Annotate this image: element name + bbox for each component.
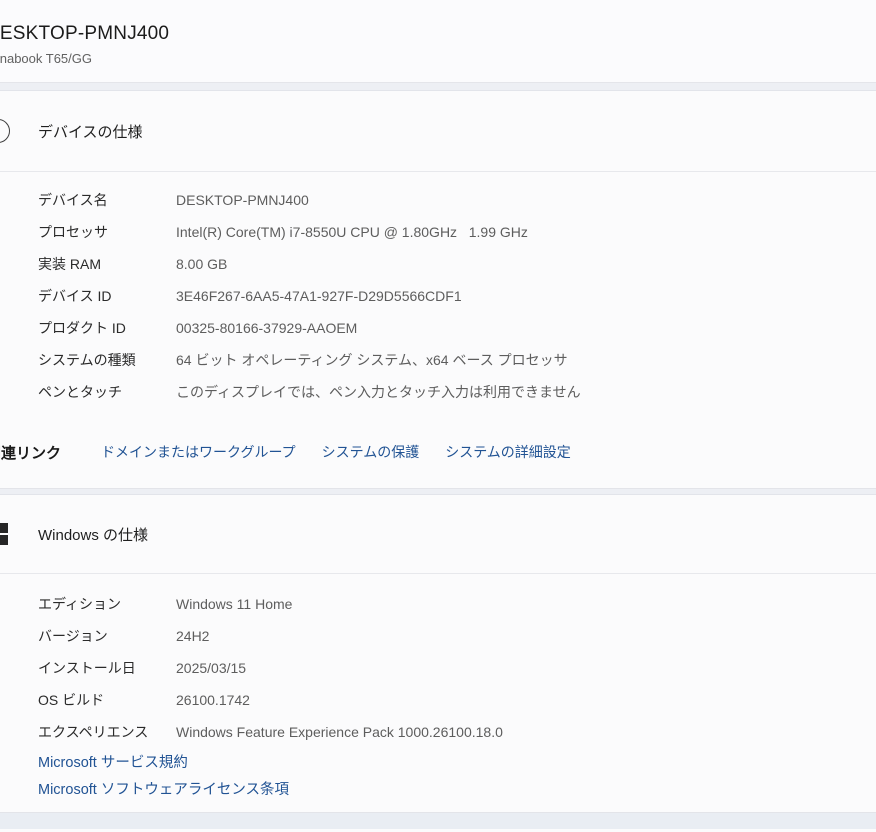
spec-label: プロセッサ — [38, 224, 108, 240]
spec-value: 2025/03/15 — [176, 660, 247, 676]
device-spec-card: デバイスの仕様 デバイス名 DESKTOP-PMNJ400 プロセッサ Inte… — [0, 91, 876, 489]
spec-label: OS ビルド — [38, 692, 105, 708]
spec-label: デバイス ID — [38, 288, 112, 304]
spec-value: 8.00 GB — [176, 256, 228, 272]
section-gap-divider — [0, 83, 876, 91]
spec-row-device-name: デバイス名 DESKTOP-PMNJ400 — [0, 184, 876, 216]
spec-label: エディション — [38, 596, 122, 612]
link-microsoft-services-agreement[interactable]: Microsoft サービス規約 — [38, 750, 876, 777]
microsoft-links: Microsoft サービス規約 Microsoft ソフトウェアライセンス条項 — [38, 750, 876, 804]
spec-label: 実装 RAM — [38, 256, 101, 272]
spec-label: システムの種類 — [38, 352, 136, 368]
link-system-protection[interactable]: システムの保護 — [322, 442, 420, 462]
page-header: DESKTOP-PMNJ400 dynabook T65/GG — [0, 0, 876, 83]
spec-label: ペンとタッチ — [38, 384, 122, 400]
bottom-gap-band — [0, 813, 876, 829]
windows-spec-expander-header[interactable]: Windows の仕様 — [0, 495, 876, 573]
spec-value: Windows 11 Home — [176, 596, 293, 612]
spec-label: バージョン — [38, 628, 108, 644]
windows-spec-title: Windows の仕様 — [38, 526, 149, 544]
link-microsoft-software-license-terms[interactable]: Microsoft ソフトウェアライセンス条項 — [38, 777, 876, 804]
settings-about-page: DESKTOP-PMNJ400 dynabook T65/GG デバイスの仕様 … — [0, 0, 876, 832]
spec-row-pen-touch: ペンとタッチ このディスプレイでは、ペン入力とタッチ入力は利用できません — [0, 376, 876, 408]
spec-row-ram: 実装 RAM 8.00 GB — [0, 248, 876, 280]
spec-label: エクスペリエンス — [38, 724, 149, 740]
device-spec-icon — [0, 119, 10, 143]
spec-value: DESKTOP-PMNJ400 — [176, 192, 309, 208]
spec-value: このディスプレイでは、ペン入力とタッチ入力は利用できません — [176, 384, 581, 400]
spec-row-edition: エディション Windows 11 Home — [0, 588, 876, 620]
device-spec-body: デバイス名 DESKTOP-PMNJ400 プロセッサ Intel(R) Cor… — [0, 172, 876, 488]
spec-row-device-id: デバイス ID 3E46F267-6AA5-47A1-927F-D29D5566… — [0, 280, 876, 312]
spec-value: 00325-80166-37929-AAOEM — [176, 320, 358, 336]
spec-value: 3E46F267-6AA5-47A1-927F-D29D5566CDF1 — [176, 288, 462, 304]
spec-row-version: バージョン 24H2 — [0, 620, 876, 652]
spec-label: デバイス名 — [38, 192, 108, 208]
page-content: DESKTOP-PMNJ400 dynabook T65/GG デバイスの仕様 … — [0, 0, 876, 829]
spec-value: 64 ビット オペレーティング システム、x64 ベース プロセッサ — [176, 352, 568, 368]
spec-value: 26100.1742 — [176, 692, 250, 708]
spec-value: Intel(R) Core(TM) i7-8550U CPU @ 1.80GHz… — [176, 224, 528, 240]
spec-value: Windows Feature Experience Pack 1000.261… — [176, 724, 503, 740]
spec-row-install-date: インストール日 2025/03/15 — [0, 652, 876, 684]
device-spec-expander-header[interactable]: デバイスの仕様 — [0, 91, 876, 171]
related-links-label: 関連リンク — [0, 444, 62, 462]
device-spec-title: デバイスの仕様 — [38, 123, 143, 141]
related-links-row: 関連リンク ドメインまたはワークグループ システムの保護 システムの詳細設定 — [0, 436, 876, 468]
spec-row-os-build: OS ビルド 26100.1742 — [0, 684, 876, 716]
spec-label: インストール日 — [38, 660, 136, 676]
spec-row-experience: エクスペリエンス Windows Feature Experience Pack… — [0, 716, 876, 748]
spec-row-system-type: システムの種類 64 ビット オペレーティング システム、x64 ベース プロセ… — [0, 344, 876, 376]
spec-row-processor: プロセッサ Intel(R) Core(TM) i7-8550U CPU @ 1… — [0, 216, 876, 248]
windows-spec-card: Windows の仕様 エディション Windows 11 Home バージョン… — [0, 495, 876, 813]
windows-spec-body: エディション Windows 11 Home バージョン 24H2 インストール… — [0, 574, 876, 812]
link-domain-or-workgroup[interactable]: ドメインまたはワークグループ — [101, 442, 296, 462]
spec-value: 24H2 — [176, 628, 210, 644]
spec-label: プロダクト ID — [38, 320, 126, 336]
spec-row-product-id: プロダクト ID 00325-80166-37929-AAOEM — [0, 312, 876, 344]
link-advanced-system-settings[interactable]: システムの詳細設定 — [445, 442, 571, 462]
device-model-subtitle: dynabook T65/GG — [0, 51, 92, 66]
page-title: DESKTOP-PMNJ400 — [0, 23, 170, 44]
windows-logo-icon — [0, 523, 8, 545]
